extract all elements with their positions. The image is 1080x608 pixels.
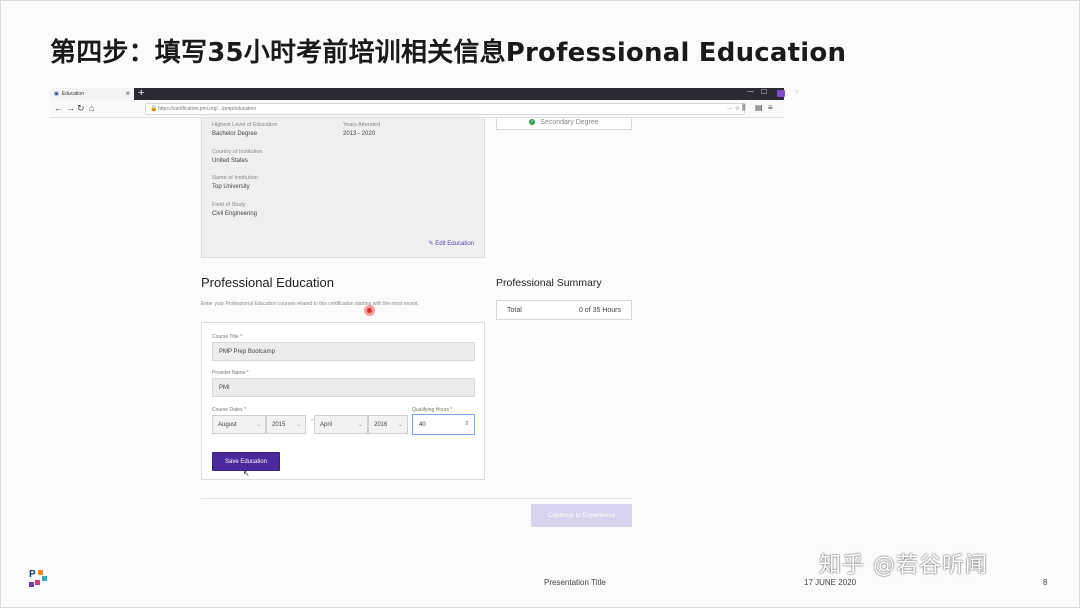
sidebar-icon[interactable]: ▤: [755, 103, 763, 112]
professional-summary-box: Total 0 of 35 Hours: [496, 300, 632, 320]
end-month-value: April: [320, 421, 333, 428]
new-tab-icon[interactable]: +: [138, 87, 144, 99]
course-title-label: Course Title *: [212, 334, 243, 340]
education-summary-card: Highest Level of Education Bachelor Degr…: [201, 118, 485, 258]
provider-name-input[interactable]: PMI: [212, 378, 475, 397]
professional-summary-title: Professional Summary: [496, 277, 602, 289]
watermark: 知乎 @若谷听闻: [819, 553, 988, 578]
spinner-icon[interactable]: ⇕: [464, 420, 469, 427]
check-icon: ✓: [529, 119, 536, 126]
country-label: Country of Institution: [212, 149, 263, 155]
pencil-icon: ✎: [428, 241, 434, 247]
secondary-degree-label: Secondary Degree: [540, 119, 599, 126]
years-attended-label: Years Attended: [343, 122, 381, 128]
slide-title: 第四步：填写35小时考前培训相关信息Professional Education: [50, 38, 847, 68]
provider-name-value: PMI: [219, 384, 230, 391]
institution-label: Name of Institution: [212, 175, 258, 181]
url-text: https://certification.pmi.org/.../pmp/ed…: [158, 106, 257, 112]
end-year-value: 2016: [374, 421, 388, 428]
end-month-select[interactable]: April ⌄: [314, 415, 368, 434]
extension-icon[interactable]: [777, 90, 785, 97]
footer-page-number: 8: [1043, 578, 1048, 587]
forward-icon[interactable]: →: [66, 103, 75, 113]
chevron-down-icon: ⌄: [295, 422, 301, 428]
edit-education-label: Edit Education: [435, 241, 474, 247]
continue-to-experience-button[interactable]: Continue to Experience: [531, 504, 632, 527]
tab-close-icon[interactable]: ×: [125, 89, 130, 98]
qualifying-hours-input[interactable]: 40 ⇕: [412, 414, 475, 435]
lock-icon: 🔒: [150, 106, 158, 112]
home-icon[interactable]: ⌂: [89, 103, 94, 113]
mouse-pointer-icon: ↖: [243, 469, 250, 478]
window-close-icon[interactable]: ✕: [794, 88, 800, 96]
minimize-icon[interactable]: —: [747, 88, 754, 95]
professional-education-form: Course Title * PMP Prep Bootcamp Provide…: [201, 322, 485, 480]
click-indicator-icon: [364, 305, 375, 316]
end-year-select[interactable]: 2016 ⌄: [368, 415, 408, 434]
browser-toolbar: ← → ↻ ⌂ 🔒 https://certification.pmi.org/…: [50, 100, 784, 118]
course-dates-label: Course Dates *: [212, 407, 246, 413]
secondary-degree-badge: ✓ Secondary Degree: [496, 118, 632, 130]
browser-tabbar: ▣ Education × + — ☐ ✕: [50, 87, 800, 100]
provider-name-label: Provider Name *: [212, 370, 249, 376]
chevron-down-icon: ⌄: [255, 422, 261, 428]
highest-level-value: Bachelor Degree: [212, 131, 258, 137]
field-of-study-label: Field of Study: [212, 202, 246, 208]
reload-icon[interactable]: ↻: [77, 103, 85, 114]
url-bar[interactable]: 🔒 https://certification.pmi.org/.../pmp/…: [145, 103, 745, 115]
date-range-separator: -: [311, 417, 314, 424]
country-value: United States: [212, 158, 249, 164]
tab-favicon-icon: ▣: [54, 91, 59, 97]
years-attended-value: 2013 - 2020: [343, 131, 376, 137]
footer-presentation-title: Presentation Title: [544, 578, 606, 587]
edit-education-link[interactable]: ✎ Edit Education: [429, 240, 474, 247]
maximize-icon[interactable]: ☐: [761, 88, 767, 96]
course-title-value: PMP Prep Bootcamp: [219, 348, 275, 355]
library-icon[interactable]: ⫼: [742, 103, 746, 113]
course-title-input[interactable]: PMP Prep Bootcamp: [212, 342, 475, 361]
bookmark-star-icon[interactable]: ··· ☆: [727, 105, 740, 112]
qualifying-hours-value: 40: [419, 421, 426, 428]
highest-level-label: Highest Level of Education: [212, 122, 278, 128]
chevron-down-icon: ⌄: [357, 422, 363, 428]
divider: [201, 498, 632, 499]
start-month-select[interactable]: August ⌄: [212, 415, 266, 434]
footer-date: 17 JUNE 2020: [804, 578, 857, 587]
menu-icon[interactable]: ≡: [768, 103, 773, 112]
start-month-value: August: [218, 421, 237, 428]
summary-total-label: Total: [507, 307, 522, 314]
browser-tab[interactable]: ▣ Education ×: [50, 88, 134, 100]
start-year-select[interactable]: 2015 ⌄: [266, 415, 306, 434]
tab-title: Education: [61, 91, 84, 97]
professional-education-title: Professional Education: [201, 275, 334, 290]
professional-education-subtitle: Enter your Professional Education course…: [201, 301, 419, 307]
summary-total-value: 0 of 35 Hours: [578, 307, 621, 314]
back-icon[interactable]: ←: [54, 103, 63, 113]
field-of-study-value: Civil Engineering: [212, 211, 258, 217]
start-year-value: 2015: [272, 421, 286, 428]
qualifying-hours-label: Qualifying Hours *: [412, 407, 453, 413]
chevron-down-icon: ⌄: [397, 422, 403, 428]
institution-value: Top University: [212, 184, 250, 190]
pmi-logo: P: [29, 569, 49, 589]
